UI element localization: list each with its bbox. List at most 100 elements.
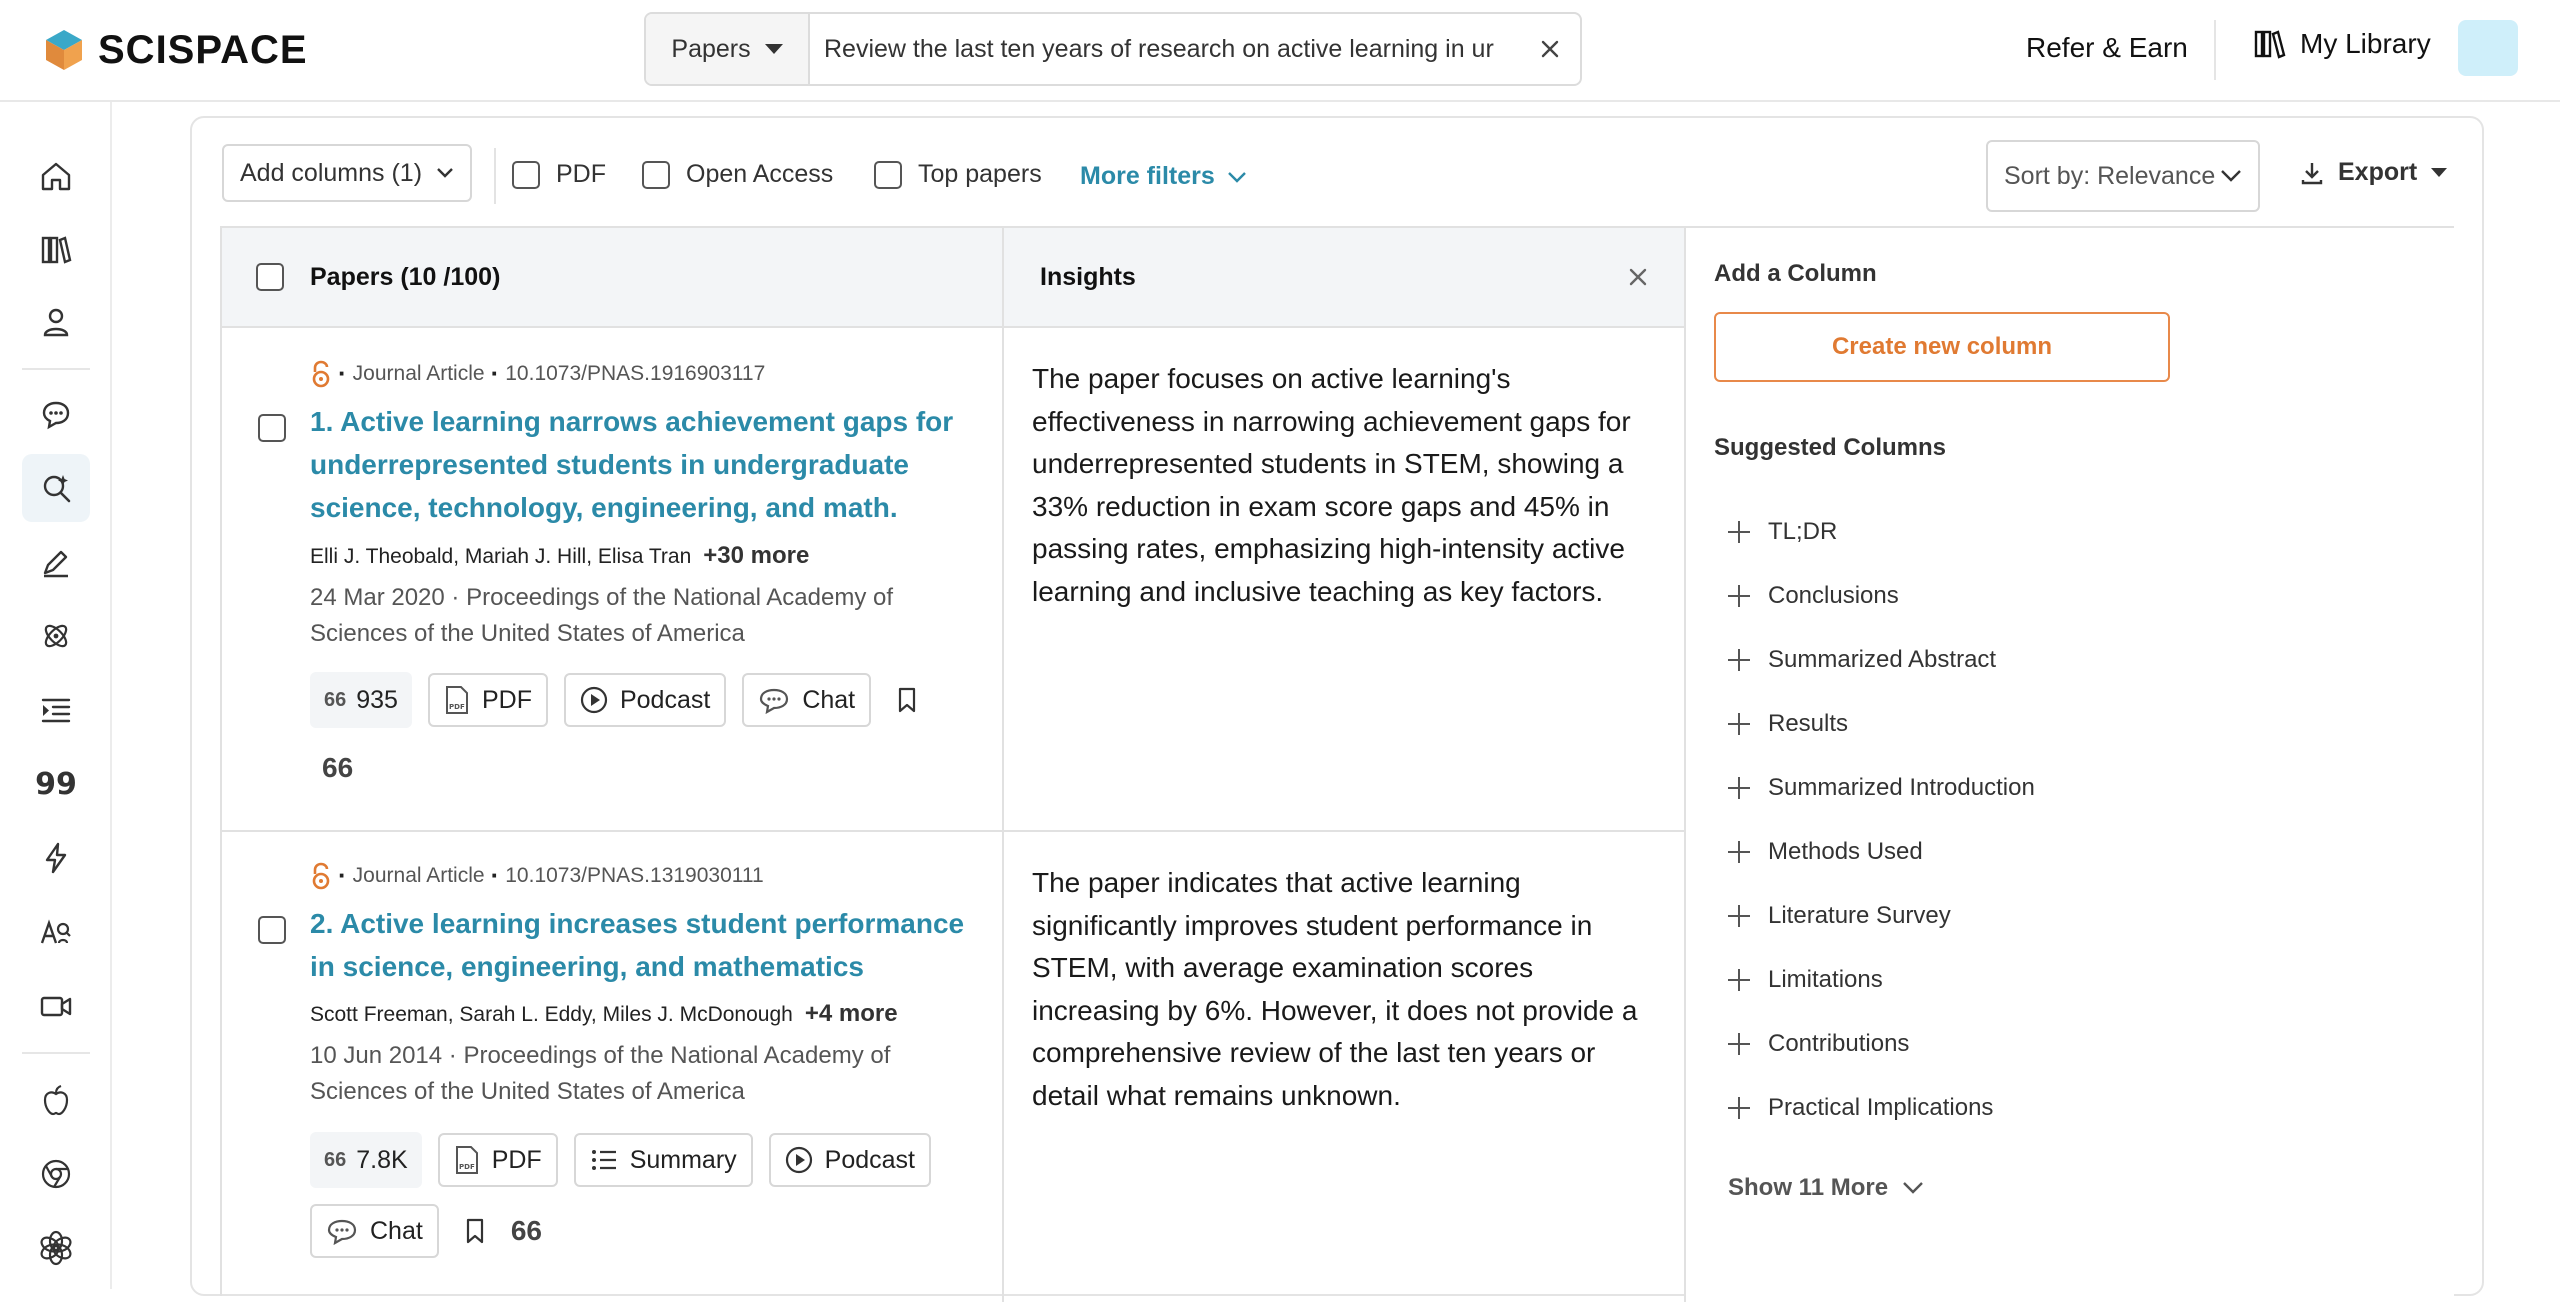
quote-icon[interactable]: 99: [22, 750, 90, 818]
search-type-dropdown[interactable]: Papers: [646, 14, 810, 84]
suggested-column-label: Conclusions: [1768, 582, 1899, 609]
export-button[interactable]: Export: [2300, 158, 2448, 187]
search-papers-icon[interactable]: [22, 454, 90, 522]
home-icon[interactable]: [22, 142, 90, 210]
close-column-icon[interactable]: [1628, 267, 1648, 287]
suggested-column-item[interactable]: Practical Implications: [1728, 1094, 1993, 1122]
paper-type: Journal Article: [352, 361, 485, 385]
chevron-down-icon: [437, 168, 453, 178]
suggested-column-item[interactable]: Methods Used: [1728, 838, 1923, 866]
plus-icon: [1728, 521, 1750, 543]
scispace-logo[interactable]: SCISPACE: [42, 26, 308, 74]
citation-count[interactable]: 66 935: [310, 672, 412, 728]
papers-column-header: Papers (10 /100): [222, 228, 1004, 328]
paper-meta: · Journal Article · 10.1073/PNAS.1916903…: [310, 358, 765, 389]
plus-icon: [1728, 1033, 1750, 1055]
suggested-column-item[interactable]: Contributions: [1728, 1030, 1909, 1058]
pdf-button[interactable]: PDF PDF: [437, 1133, 558, 1187]
chevron-down-icon: [2221, 170, 2241, 182]
suggested-column-item[interactable]: Conclusions: [1728, 582, 1899, 610]
podcast-label: Podcast: [824, 1145, 915, 1174]
suggested-column-item[interactable]: TL;DR: [1728, 518, 1837, 546]
show-more-button[interactable]: Show 11 More: [1728, 1174, 1924, 1202]
filter-bar: Add columns (1) PDF Open Access Top pape…: [192, 118, 2482, 226]
paper-authors: Scott Freeman, Sarah L. Eddy, Miles J. M…: [310, 1000, 898, 1028]
paper-cell: · Journal Article · 10.1073/PNAS.1319030…: [222, 832, 1004, 1302]
cite-button[interactable]: 66: [322, 752, 353, 784]
video-icon[interactable]: [22, 972, 90, 1040]
suggested-column-item[interactable]: Summarized Introduction: [1728, 774, 2035, 802]
top-papers-checkbox[interactable]: [874, 160, 902, 189]
suggested-column-item[interactable]: Literature Survey: [1728, 902, 1951, 930]
create-new-column-button[interactable]: Create new column: [1714, 312, 2170, 382]
pdf-button[interactable]: PDF PDF: [427, 673, 548, 727]
suggested-column-label: Practical Implications: [1768, 1094, 1994, 1121]
row-checkbox[interactable]: [258, 414, 286, 442]
row-checkbox[interactable]: [258, 916, 286, 944]
open-access-label: Open Access: [686, 160, 834, 188]
cite-button[interactable]: 66: [511, 1215, 542, 1247]
list-icon: [591, 1150, 616, 1170]
svg-text:PDF: PDF: [459, 1163, 475, 1171]
paper-actions-2: Chat 66: [310, 1204, 542, 1258]
podcast-button[interactable]: Podcast: [563, 673, 727, 727]
add-columns-label: Add columns (1): [240, 158, 423, 187]
paper-title-link[interactable]: 2. Active learning increases student per…: [310, 902, 970, 988]
chrome-icon[interactable]: [22, 1140, 90, 1208]
paper-cell: · Journal Article · 10.1073/PNAS.1916903…: [222, 328, 1004, 830]
more-filters-button[interactable]: More filters: [1080, 162, 1247, 191]
paper-type: Journal Article: [352, 863, 485, 887]
caret-down-icon: [2431, 168, 2448, 177]
podcast-button[interactable]: Podcast: [768, 1133, 931, 1187]
list-icon[interactable]: [22, 676, 90, 744]
chat-button[interactable]: Chat: [310, 1204, 439, 1258]
open-access-checkbox[interactable]: [642, 160, 670, 189]
search-bar: Papers: [644, 12, 1582, 86]
select-all-checkbox[interactable]: [256, 263, 284, 291]
ai-detector-icon[interactable]: [22, 898, 90, 966]
sort-dropdown[interactable]: Sort by: Relevance: [1986, 140, 2260, 212]
refer-earn-link[interactable]: Refer & Earn: [2026, 32, 2188, 64]
bookmark-icon[interactable]: [455, 1204, 495, 1258]
summary-button[interactable]: Summary: [573, 1133, 753, 1187]
bookmark-icon[interactable]: [887, 673, 927, 727]
sidebar-divider: [22, 1052, 90, 1054]
suggested-column-label: Literature Survey: [1768, 902, 1951, 929]
insight-cell: The paper focuses on active learning's e…: [1004, 328, 1686, 830]
avatar[interactable]: [2458, 20, 2518, 76]
my-library-link[interactable]: My Library: [2254, 28, 2431, 60]
citation-value: 7.8K: [356, 1145, 408, 1174]
author-list: Elli J. Theobald, Mariah J. Hill, Elisa …: [310, 545, 692, 568]
paper-authors: Elli J. Theobald, Mariah J. Hill, Elisa …: [310, 542, 809, 570]
bolt-icon[interactable]: [22, 824, 90, 892]
sidebar-divider: [22, 368, 90, 370]
chat-icon[interactable]: [22, 380, 90, 448]
pub-date: 10 Jun 2014: [310, 1042, 443, 1069]
clear-search-button[interactable]: [1520, 19, 1580, 79]
open-access-filter[interactable]: Open Access: [642, 160, 833, 189]
pen-icon[interactable]: [22, 528, 90, 596]
chat-button[interactable]: Chat: [742, 673, 872, 727]
top-papers-filter[interactable]: Top papers: [874, 160, 1042, 189]
suggested-column-item[interactable]: Summarized Abstract: [1728, 646, 1996, 674]
suggested-column-item[interactable]: Results: [1728, 710, 1848, 738]
paper-title-link[interactable]: 1. Active learning narrows achievement g…: [310, 400, 970, 529]
pdf-filter[interactable]: PDF: [512, 160, 606, 189]
library-books-icon: [2254, 30, 2286, 59]
insights-column-header: Insights: [1004, 228, 1686, 328]
add-column-panel: Add a Column Create new column Suggested…: [1686, 228, 2454, 1298]
citation-count[interactable]: 66 7.8K: [310, 1132, 422, 1188]
add-columns-button[interactable]: Add columns (1): [222, 144, 473, 202]
user-icon[interactable]: [22, 288, 90, 356]
more-authors-link[interactable]: +30 more: [703, 542, 809, 570]
library-icon[interactable]: [22, 216, 90, 284]
more-authors-link[interactable]: +4 more: [805, 1000, 898, 1028]
openai-icon[interactable]: [22, 1214, 90, 1282]
suggested-column-item[interactable]: Limitations: [1728, 966, 1883, 994]
paper-doi[interactable]: 10.1073/PNAS.1916903117: [505, 362, 765, 386]
apple-icon[interactable]: [22, 1066, 90, 1134]
pdf-checkbox[interactable]: [512, 160, 540, 189]
search-input[interactable]: [810, 34, 1520, 64]
atom-icon[interactable]: [22, 602, 90, 670]
paper-doi[interactable]: 10.1073/PNAS.1319030111: [505, 864, 763, 888]
